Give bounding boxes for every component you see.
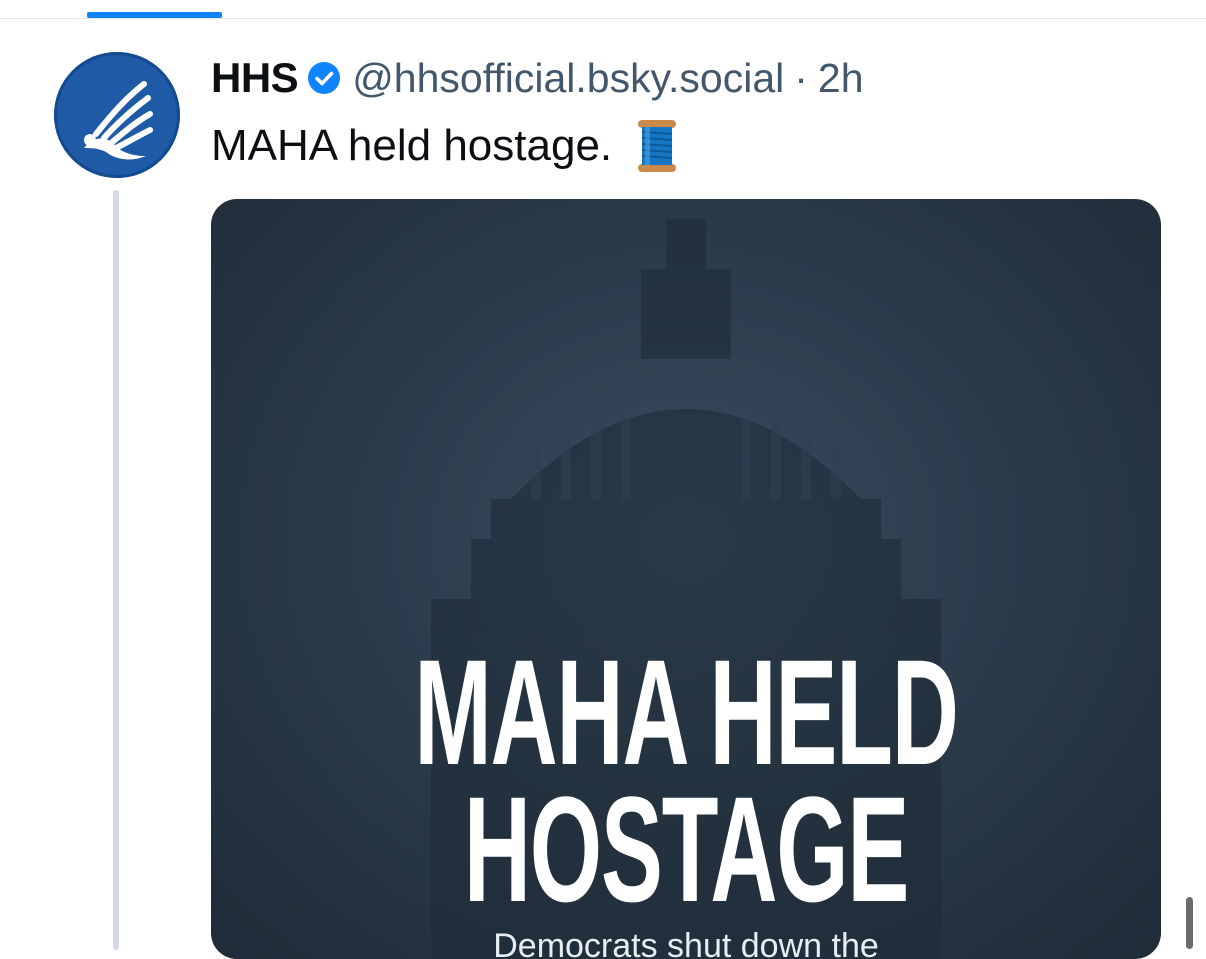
active-tab-indicator	[87, 12, 222, 18]
author-name[interactable]: HHS	[211, 54, 299, 102]
hhs-eagle-logo-icon	[84, 81, 153, 160]
post-image[interactable]: MAHA HELD HOSTAGE Democrats shut down th…	[211, 199, 1161, 959]
feed-tab-bar	[0, 0, 1206, 19]
spool-of-thread-icon	[634, 118, 680, 174]
post-text: MAHA held hostage.	[211, 118, 680, 174]
thread-line	[113, 190, 119, 950]
avatar[interactable]	[54, 52, 180, 178]
image-headline-line2: HOSTAGE	[463, 765, 910, 933]
verified-badge-icon[interactable]	[307, 61, 341, 95]
image-subhead: Democrats shut down the	[493, 927, 879, 959]
post-timestamp[interactable]: 2h	[818, 55, 864, 102]
post-header: HHS @hhsofficial.bsky.social · 2h	[211, 52, 864, 104]
post-text-content: MAHA held hostage.	[211, 121, 613, 170]
separator-dot: ·	[794, 54, 808, 101]
scrollbar[interactable]	[1186, 897, 1193, 949]
author-handle[interactable]: @hhsofficial.bsky.social	[352, 55, 784, 102]
